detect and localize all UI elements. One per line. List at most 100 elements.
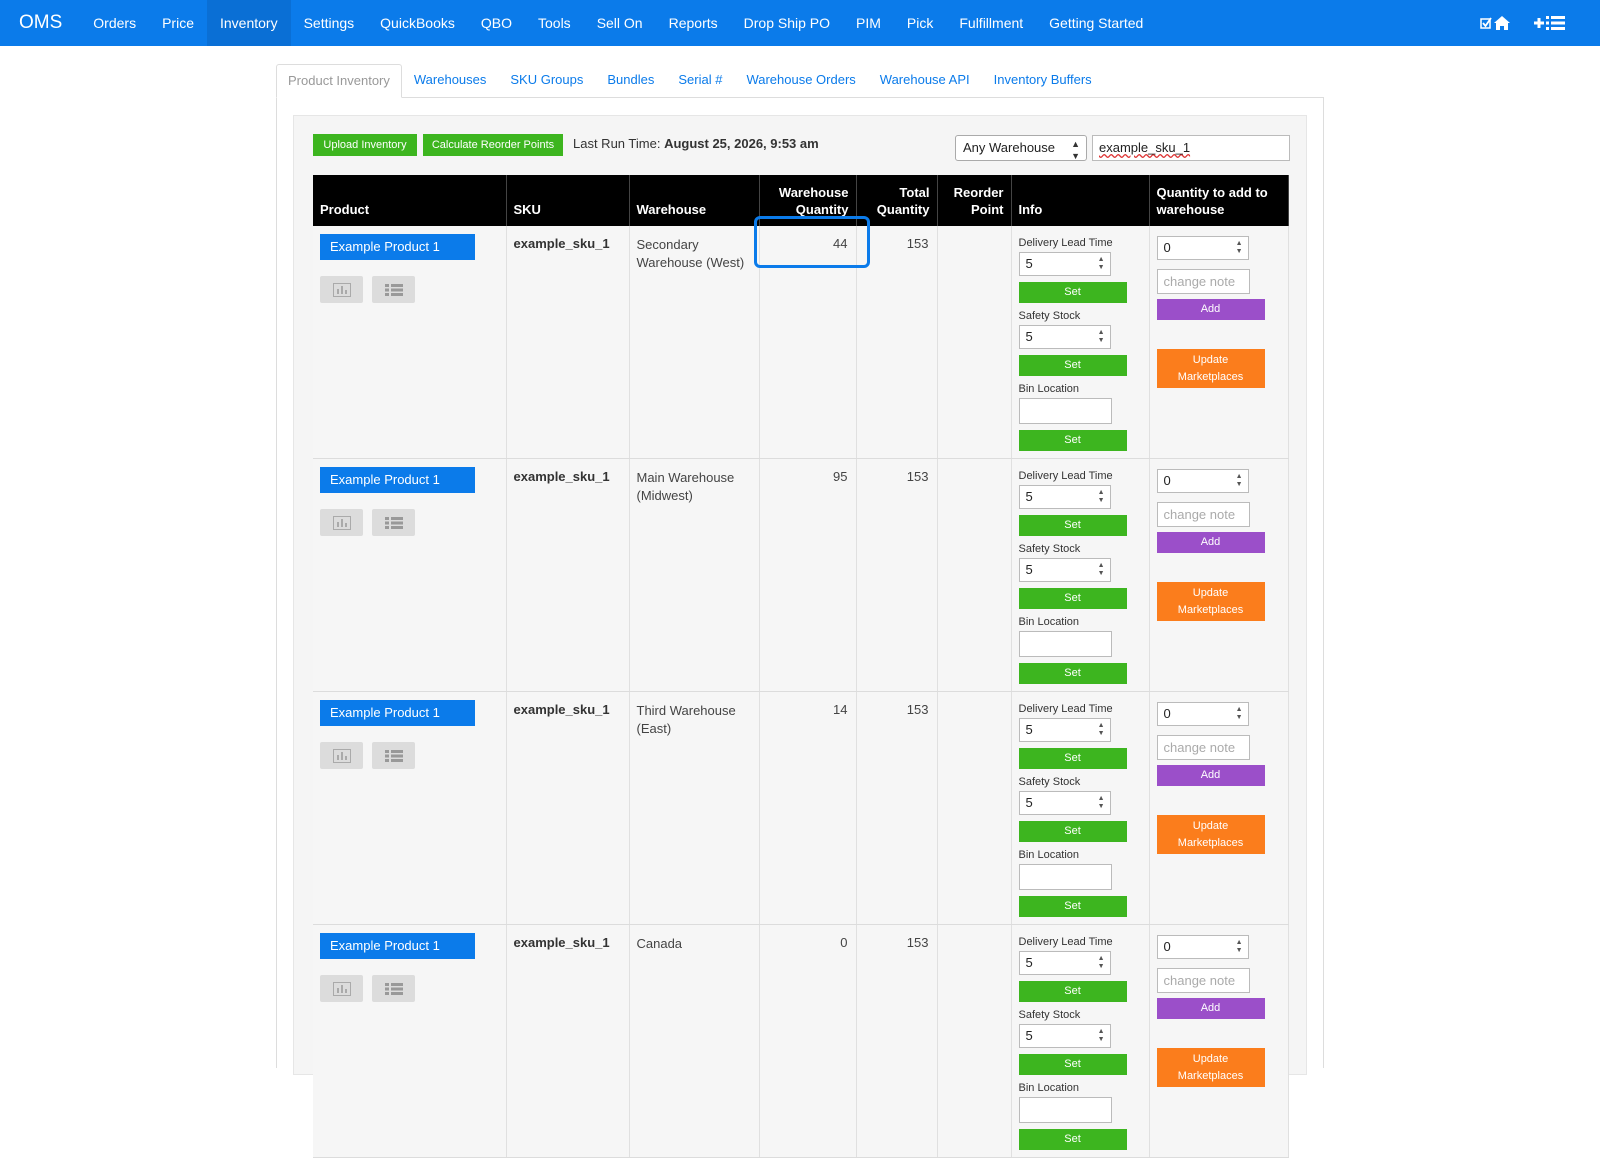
product-link-button[interactable]: Example Product 1 — [320, 467, 475, 493]
bin-location-input[interactable] — [1018, 1097, 1112, 1123]
nav-item-fulfillment[interactable]: Fulfillment — [946, 0, 1036, 46]
bin-location-input[interactable] — [1018, 398, 1112, 424]
list-icon[interactable] — [372, 975, 415, 1002]
spinner-arrows-icon[interactable]: ▲ ▼ — [1098, 1028, 1105, 1044]
spinner-arrows-icon[interactable]: ▲ ▼ — [1098, 795, 1105, 811]
spinner-arrows-icon[interactable]: ▲ ▼ — [1098, 722, 1105, 738]
chart-icon[interactable] — [320, 276, 363, 303]
spinner-arrows-icon[interactable]: ▲ ▼ — [1098, 955, 1105, 971]
list-icon[interactable] — [372, 742, 415, 769]
checklist-home-icon[interactable] — [1470, 0, 1524, 46]
add-quantity-button[interactable]: Add — [1156, 299, 1265, 320]
update-marketplaces-button[interactable]: Update Marketplaces — [1156, 815, 1265, 854]
nav-item-orders[interactable]: Orders — [80, 0, 149, 46]
set-bin-location-button[interactable]: Set — [1018, 896, 1127, 917]
add-quantity-button[interactable]: Add — [1156, 998, 1265, 1019]
set-safety-stock-button[interactable]: Set — [1018, 821, 1127, 842]
nav-item-reports[interactable]: Reports — [656, 0, 731, 46]
change-note-input[interactable]: change note — [1156, 502, 1250, 527]
change-note-input[interactable]: change note — [1156, 735, 1250, 760]
col-header-warehouse-quantity[interactable]: Warehouse Quantity — [759, 175, 857, 226]
nav-item-getting-started[interactable]: Getting Started — [1036, 0, 1156, 46]
chart-icon[interactable] — [320, 509, 363, 536]
spinner-arrows-icon[interactable]: ▲ ▼ — [1098, 329, 1105, 345]
list-icon[interactable] — [372, 276, 415, 303]
brand-logo[interactable]: OMS — [0, 0, 80, 46]
sku-search-input[interactable]: example_sku_1 — [1092, 135, 1290, 161]
spinner-arrows-icon[interactable]: ▲ ▼ — [1098, 256, 1105, 272]
nav-item-pim[interactable]: PIM — [843, 0, 894, 46]
tab-warehouses[interactable]: Warehouses — [402, 64, 499, 98]
spinner-arrows-icon[interactable]: ▲ ▼ — [1236, 473, 1243, 489]
col-header-product[interactable]: Product — [313, 175, 507, 226]
nav-item-sell-on[interactable]: Sell On — [584, 0, 656, 46]
nav-item-inventory[interactable]: Inventory — [206, 0, 291, 46]
nav-item-drop-ship-po[interactable]: Drop Ship PO — [731, 0, 843, 46]
tab-serial[interactable]: Serial # — [666, 64, 734, 98]
calculate-reorder-points-button[interactable]: Calculate Reorder Points — [423, 134, 563, 156]
lead-time-input[interactable]: 5 ▲ ▼ — [1018, 951, 1111, 975]
set-lead-time-button[interactable]: Set — [1018, 748, 1127, 769]
tab-warehouse-orders[interactable]: Warehouse Orders — [734, 64, 867, 98]
tab-warehouse-api[interactable]: Warehouse API — [868, 64, 982, 98]
quantity-add-input[interactable]: 0 ▲ ▼ — [1156, 935, 1249, 959]
spinner-arrows-icon[interactable]: ▲ ▼ — [1236, 706, 1243, 722]
product-link-button[interactable]: Example Product 1 — [320, 234, 475, 260]
lead-time-input[interactable]: 5 ▲ ▼ — [1018, 718, 1111, 742]
add-list-icon[interactable] — [1524, 0, 1600, 46]
add-quantity-button[interactable]: Add — [1156, 532, 1265, 553]
spinner-arrows-icon[interactable]: ▲ ▼ — [1098, 489, 1105, 505]
change-note-input[interactable]: change note — [1156, 269, 1250, 294]
set-safety-stock-button[interactable]: Set — [1018, 1054, 1127, 1075]
col-header-sku[interactable]: SKU — [506, 175, 630, 226]
update-marketplaces-button[interactable]: Update Marketplaces — [1156, 582, 1265, 621]
set-bin-location-button[interactable]: Set — [1018, 663, 1127, 684]
product-link-button[interactable]: Example Product 1 — [320, 700, 475, 726]
chart-icon[interactable] — [320, 975, 363, 1002]
bin-location-input[interactable] — [1018, 631, 1112, 657]
spinner-arrows-icon[interactable]: ▲ ▼ — [1236, 939, 1243, 955]
safety-stock-input[interactable]: 5 ▲ ▼ — [1018, 791, 1111, 815]
safety-stock-input[interactable]: 5 ▲ ▼ — [1018, 325, 1111, 349]
col-header-total-quantity[interactable]: Total Quantity — [856, 175, 938, 226]
change-note-input[interactable]: change note — [1156, 968, 1250, 993]
set-bin-location-button[interactable]: Set — [1018, 430, 1127, 451]
nav-item-settings[interactable]: Settings — [291, 0, 368, 46]
spinner-arrows-icon[interactable]: ▲ ▼ — [1098, 562, 1105, 578]
tab-inventory-buffers[interactable]: Inventory Buffers — [982, 64, 1104, 98]
quantity-add-input[interactable]: 0 ▲ ▼ — [1156, 702, 1249, 726]
list-icon[interactable] — [372, 509, 415, 536]
set-lead-time-button[interactable]: Set — [1018, 981, 1127, 1002]
quantity-add-input[interactable]: 0 ▲ ▼ — [1156, 469, 1249, 493]
safety-stock-input[interactable]: 5 ▲ ▼ — [1018, 1024, 1111, 1048]
nav-item-tools[interactable]: Tools — [525, 0, 584, 46]
set-bin-location-button[interactable]: Set — [1018, 1129, 1127, 1150]
chart-icon[interactable] — [320, 742, 363, 769]
nav-item-qbo[interactable]: QBO — [468, 0, 525, 46]
tab-bundles[interactable]: Bundles — [595, 64, 666, 98]
tab-product-inventory[interactable]: Product Inventory — [276, 64, 402, 98]
add-quantity-button[interactable]: Add — [1156, 765, 1265, 786]
upload-inventory-button[interactable]: Upload Inventory — [313, 134, 417, 156]
col-header-warehouse[interactable]: Warehouse — [629, 175, 760, 226]
set-lead-time-button[interactable]: Set — [1018, 282, 1127, 303]
set-safety-stock-button[interactable]: Set — [1018, 588, 1127, 609]
set-lead-time-button[interactable]: Set — [1018, 515, 1127, 536]
bin-location-input[interactable] — [1018, 864, 1112, 890]
tab-sku-groups[interactable]: SKU Groups — [498, 64, 595, 98]
lead-time-input[interactable]: 5 ▲ ▼ — [1018, 252, 1111, 276]
product-link-button[interactable]: Example Product 1 — [320, 933, 475, 959]
nav-item-quickbooks[interactable]: QuickBooks — [367, 0, 468, 46]
spinner-arrows-icon[interactable]: ▲ ▼ — [1236, 240, 1243, 256]
safety-stock-input[interactable]: 5 ▲ ▼ — [1018, 558, 1111, 582]
set-safety-stock-button[interactable]: Set — [1018, 355, 1127, 376]
update-marketplaces-button[interactable]: Update Marketplaces — [1156, 349, 1265, 388]
col-header-reorder-point[interactable]: Reorder Point — [937, 175, 1012, 226]
warehouse-filter-select[interactable]: Any Warehouse ▲ ▼ — [955, 135, 1087, 161]
quantity-add-input[interactable]: 0 ▲ ▼ — [1156, 236, 1249, 260]
nav-item-pick[interactable]: Pick — [894, 0, 946, 46]
update-marketplaces-button[interactable]: Update Marketplaces — [1156, 1048, 1265, 1087]
nav-item-price[interactable]: Price — [149, 0, 207, 46]
lead-time-input[interactable]: 5 ▲ ▼ — [1018, 485, 1111, 509]
nav-menu: Orders Price Inventory Settings QuickBooks QB… — [80, 0, 1156, 46]
